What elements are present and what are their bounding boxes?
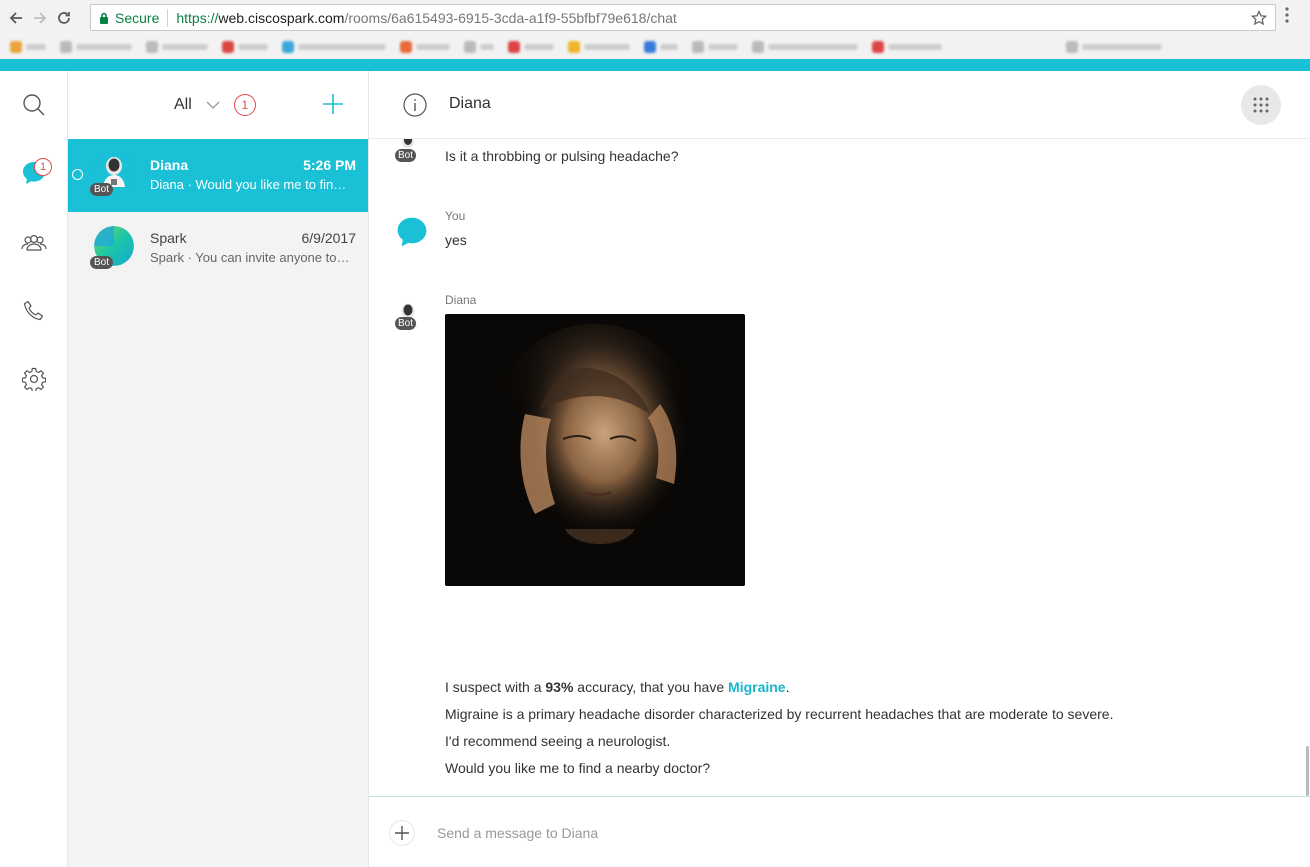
condition-link[interactable]: Migraine [728,679,786,695]
url-host: web.ciscospark.com [218,9,345,26]
conversation-title: Diana [449,95,491,112]
space-time: 5:26 PM [303,157,356,173]
message-composer [369,796,1310,867]
bot-avatar: Bot [393,139,423,163]
plus-icon [323,94,343,114]
text-segment: . [785,679,790,695]
bookmark-item[interactable] [282,41,386,53]
bookmark-item[interactable] [146,41,208,53]
message-scrollbar[interactable] [1306,746,1309,796]
space-name: Diana [150,157,189,173]
message-sender: You [445,209,466,223]
search-icon [23,94,45,116]
calls-button[interactable] [14,291,54,331]
message-list: Bot Is it a throbbing or pulsing headach… [369,139,1310,796]
space-name: Spark [150,230,187,246]
address-bar[interactable]: Secure https://web.ciscospark.com/rooms/… [90,4,1276,31]
message-sender: Diana [445,293,477,307]
url-path: /rooms/6a615493-6915-3cda-a1f9-55bfbf79e… [344,9,677,26]
bookmark-item[interactable] [60,41,132,53]
bot-tag: Bot [395,149,417,162]
grid-icon [1253,97,1269,113]
browser-chrome: Secure https://web.ciscospark.com/rooms/… [0,0,1310,59]
people-icon [21,234,47,251]
bookmark-item[interactable] [644,41,678,53]
teams-button[interactable] [14,223,54,263]
message-text: Migraine is a primary headache disorder … [445,706,1114,722]
bookmark-item[interactable] [1066,41,1162,53]
bookmarks-bar [0,36,1310,58]
reload-icon[interactable] [52,6,76,30]
message-input[interactable] [437,819,1277,847]
bookmark-item[interactable] [752,41,858,53]
conversation-panel: Diana Bot Is it a throbbing or pulsing h… [369,71,1310,867]
filter-label: All [174,96,192,113]
bookmark-item[interactable] [10,41,46,53]
back-arrow-icon[interactable] [4,6,28,30]
bookmark-item[interactable] [400,41,450,53]
unread-count-badge[interactable]: 1 [233,94,256,116]
space-item-spark[interactable]: Bot Spark 6/9/2017 Spark · You can invit… [68,212,368,285]
bookmark-item[interactable] [872,41,942,53]
url-scheme: https:// [176,9,219,26]
info-icon[interactable] [403,93,427,117]
messages-button[interactable]: 1 [14,153,54,193]
bot-tag: Bot [90,183,114,196]
messages-unread-badge: 1 [34,158,52,176]
diagnosis-line: I suspect with a 93% accuracy, that you … [445,679,790,695]
browser-nav [4,4,76,32]
bookmark-item[interactable] [508,41,554,53]
app-nav-rail: 1 [0,71,68,867]
bot-tag: Bot [395,317,417,330]
text-segment: I suspect with a [445,679,546,695]
message-text: yes [445,232,467,248]
secure-indicator[interactable]: Secure [91,10,159,26]
create-space-button[interactable] [318,91,348,121]
bookmark-star-icon[interactable] [1250,9,1268,29]
bookmark-item[interactable] [222,41,268,53]
space-preview: Spark · You can invite anyone to a space [150,250,350,265]
app-top-bar [0,59,1310,71]
search-button[interactable] [14,85,54,125]
space-list-panel: All 1 Bot Diana 5:26 PM Diana · Would yo… [68,71,369,867]
chevron-down-icon [206,101,220,109]
unread-dot [72,169,83,180]
browser-menu-icon[interactable] [1284,6,1290,29]
gear-icon [22,367,46,391]
bookmark-item[interactable] [692,41,738,53]
message-text: I'd recommend seeing a neurologist. [445,733,671,749]
accuracy-value: 93% [545,679,574,695]
attach-button[interactable] [389,820,415,846]
plus-icon [395,826,409,840]
message-text: Would you like me to find a nearby docto… [445,760,711,776]
phone-icon [23,300,44,321]
settings-button[interactable] [14,359,54,399]
space-preview: Diana · Would you like me to find a near… [150,177,350,192]
message-image[interactable] [445,314,745,586]
space-list-header: All 1 [68,71,368,139]
secure-label: Secure [115,9,160,26]
apps-menu-button[interactable] [1241,85,1281,125]
conversation-header: Diana [369,71,1310,139]
bookmark-item[interactable] [568,41,630,53]
message-text: Is it a throbbing or pulsing headache? [445,148,679,164]
text-segment: accuracy, that you have [573,679,729,695]
bookmark-item[interactable] [464,41,494,53]
space-filter-dropdown[interactable]: All 1 [174,94,256,116]
forward-arrow-icon[interactable] [28,6,52,30]
bot-avatar: Bot [393,299,423,330]
lock-icon [100,12,108,24]
user-avatar [395,215,427,247]
space-time: 6/9/2017 [301,230,357,246]
bot-tag: Bot [90,256,114,269]
space-item-diana[interactable]: Bot Diana 5:26 PM Diana · Would you like… [68,139,368,212]
omnibox-divider [167,8,169,27]
